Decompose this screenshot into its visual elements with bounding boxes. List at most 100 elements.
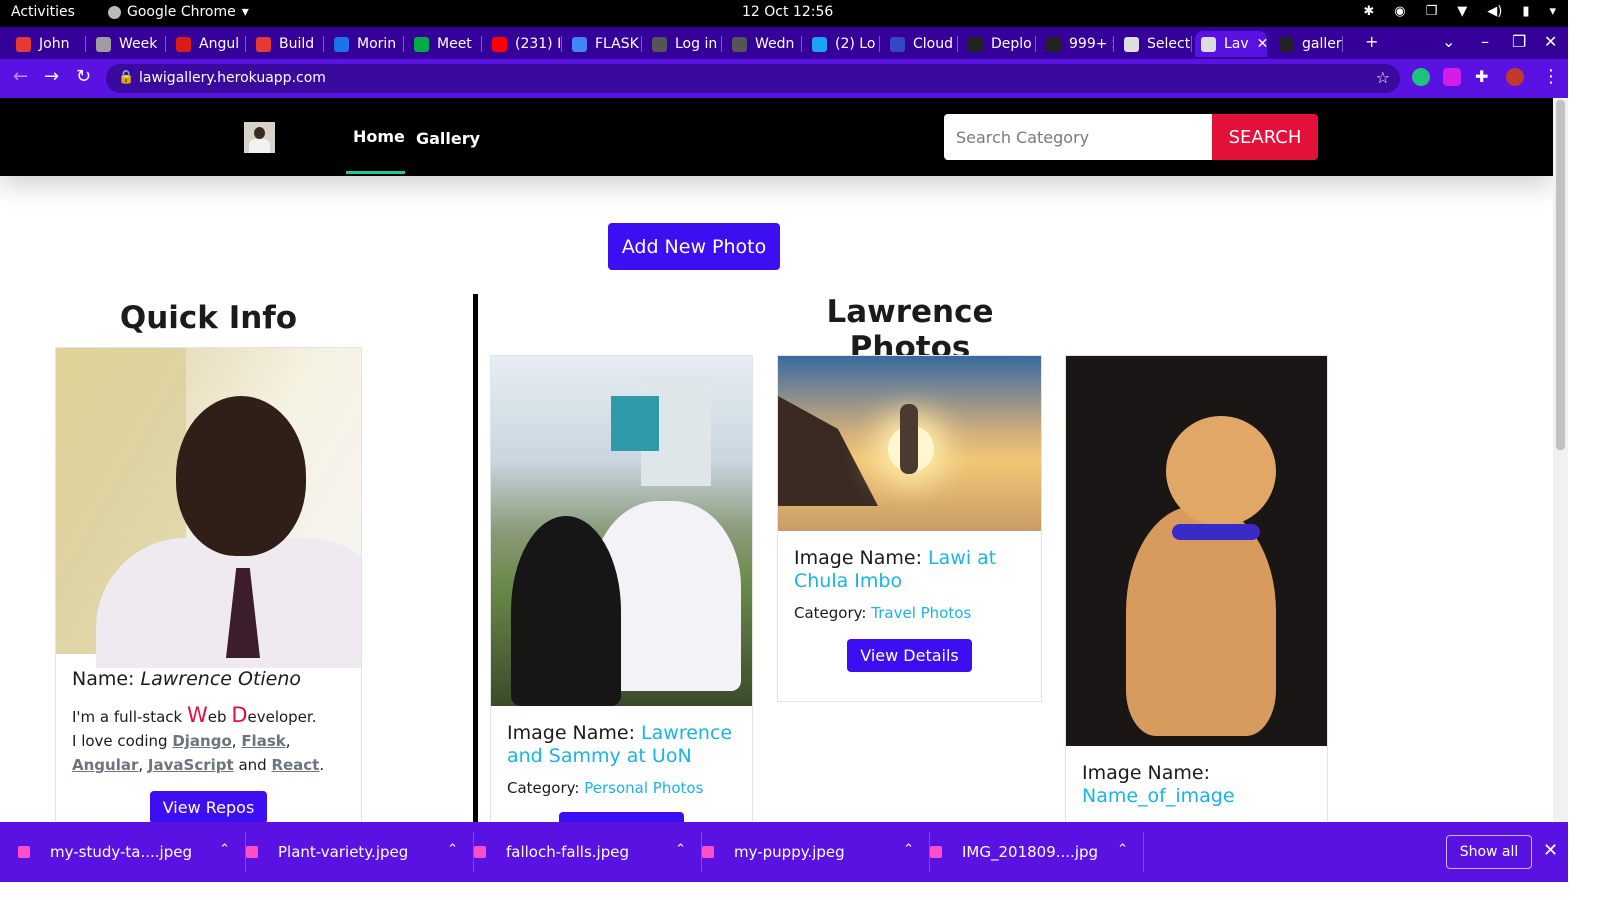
photo-puppy-collar (1172, 524, 1260, 540)
browser-tab[interactable]: (231) I (486, 31, 562, 57)
love-prefix: I love coding (72, 732, 173, 750)
tab-label: (2) Lo (835, 36, 876, 52)
activities-button[interactable]: Activities (11, 4, 75, 20)
minimize-icon[interactable]: – (1481, 32, 1489, 51)
browser-tab[interactable]: Week (90, 31, 166, 57)
tech-link-javascript[interactable]: JavaScript (148, 756, 234, 774)
search-button[interactable]: SEARCH (1212, 114, 1318, 160)
photo-image[interactable] (491, 356, 752, 706)
extension-screen-icon[interactable] (1443, 68, 1461, 86)
chevron-up-icon[interactable]: ⌃ (219, 842, 230, 857)
image-file-icon (18, 846, 30, 858)
close-window-icon[interactable]: ✕ (1544, 32, 1557, 51)
browser-tab[interactable]: Log in (646, 31, 722, 57)
new-tab-icon[interactable]: + (1365, 32, 1378, 51)
nav-gallery-link[interactable]: Gallery (416, 129, 480, 148)
close-shelf-icon[interactable]: ✕ (1543, 840, 1558, 861)
back-arrow-icon[interactable]: ← (13, 66, 28, 87)
system-menu-icon[interactable]: ▾ (1549, 4, 1556, 19)
url-text[interactable]: lawigallery.herokuapp.com (139, 70, 326, 86)
browser-tab[interactable]: Deplo (962, 31, 1036, 57)
chrome-menu-icon[interactable]: ⋮ (1542, 66, 1560, 87)
photo-person (900, 404, 918, 474)
tab-strip: John Week Angul Build Morin Meet (231) I FLASK L… (0, 27, 1568, 59)
tab-label: Cloud (913, 36, 953, 52)
download-item[interactable]: my-study-ta....jpeg ⌃ (18, 822, 246, 882)
chevron-up-icon[interactable]: ⌃ (447, 842, 458, 857)
web-page: Home Gallery SEARCH Add New Photo Quick … (0, 98, 1553, 822)
search-category-input[interactable] (944, 114, 1212, 160)
browser-tab[interactable]: Wedn (726, 31, 802, 57)
tab-favicon-icon (16, 36, 31, 52)
category-value: Personal Photos (584, 779, 704, 797)
forward-arrow-icon[interactable]: → (44, 66, 59, 87)
browser-tab[interactable]: Lav ✕ (1195, 31, 1267, 57)
download-item[interactable]: Plant-variety.jpeg ⌃ (246, 822, 474, 882)
extension-chat-icon[interactable] (1412, 68, 1430, 86)
download-item[interactable]: IMG_201809....jpg ⌃ (930, 822, 1144, 882)
tab-favicon-icon (812, 36, 827, 52)
chevron-up-icon[interactable]: ⌃ (1117, 842, 1128, 857)
tab-label: FLASK (595, 36, 639, 52)
nav-home-link[interactable]: Home (353, 127, 405, 146)
tech-link-django[interactable]: Django (172, 732, 231, 750)
tab-label: 999+ S (1069, 36, 1114, 52)
browser-tab[interactable]: Morin (328, 31, 404, 57)
tab-separator (85, 36, 86, 52)
tech-list: I love coding Django, Flask, Angular, Ja… (72, 732, 325, 774)
extensions-puzzle-icon[interactable]: ✚ (1475, 67, 1488, 86)
chevron-up-icon[interactable]: ⌃ (675, 842, 686, 857)
chrome-tray-icon[interactable]: ◉ (1394, 4, 1405, 19)
browser-tab[interactable]: (2) Lo (806, 31, 880, 57)
os-top-bar: Activities Google Chrome ▾ 12 Oct 12:56 … (0, 0, 1568, 27)
maximize-icon[interactable]: ❐ (1512, 32, 1526, 51)
tab-search-icon[interactable]: ⌄ (1442, 32, 1455, 51)
browser-tab[interactable]: Select (1118, 31, 1192, 57)
tab-label: Wedn (755, 36, 795, 52)
scrollbar-thumb[interactable] (1556, 100, 1565, 450)
download-item[interactable]: my-puppy.jpeg ⌃ (702, 822, 930, 882)
download-item[interactable]: falloch-falls.jpeg ⌃ (474, 822, 702, 882)
tech-link-flask[interactable]: Flask (241, 732, 285, 750)
address-bar[interactable]: 🔒 lawigallery.herokuapp.com ☆ (106, 64, 1400, 93)
view-details-button[interactable]: View Details (847, 639, 972, 672)
close-tab-icon[interactable]: ✕ (1257, 36, 1267, 52)
browser-tab[interactable]: FLASK (566, 31, 642, 57)
profile-card: Name: Lawrence Otieno I'm a full-stack W… (55, 347, 362, 822)
browser-tab[interactable]: Angul (170, 31, 246, 57)
photo-image[interactable] (778, 356, 1041, 531)
reload-icon[interactable]: ↻ (76, 66, 91, 87)
add-new-photo-button[interactable]: Add New Photo (608, 223, 780, 270)
tech-link-angular[interactable]: Angular (72, 756, 138, 774)
tab-separator (1113, 36, 1114, 52)
view-repos-button[interactable]: View Repos (149, 791, 268, 822)
browser-tab[interactable]: Build (250, 31, 324, 57)
site-logo[interactable] (244, 122, 275, 153)
browser-tab[interactable]: Meet (408, 31, 482, 57)
tech-link-react[interactable]: React (271, 756, 319, 774)
system-tray[interactable]: ✱ ◉ ❐ ▼ ◀) ▮ ▾ (1363, 4, 1556, 19)
browser-tab[interactable]: galler (1273, 31, 1343, 57)
bio-text: I'm a full-stack Web Developer. (72, 703, 345, 729)
settings-icon[interactable]: ✱ (1363, 4, 1374, 19)
photo-image[interactable] (1066, 356, 1327, 746)
browser-tab[interactable]: John (10, 31, 86, 57)
bookmark-star-icon[interactable]: ☆ (1376, 68, 1390, 87)
browser-tab[interactable]: 999+ S (1040, 31, 1114, 57)
page-scrollbar[interactable] (1553, 98, 1568, 822)
clock[interactable]: 12 Oct 12:56 (742, 4, 833, 20)
tab-label: Meet (437, 36, 472, 52)
profile-avatar[interactable] (1506, 68, 1524, 86)
browser-tab[interactable]: Cloud (884, 31, 958, 57)
app-menu[interactable]: Google Chrome ▾ (108, 4, 249, 20)
image-name-label: Image Name: (1082, 762, 1210, 784)
view-details-button[interactable]: View Details (559, 812, 684, 822)
and-word: and (233, 756, 272, 774)
tab-separator (165, 36, 166, 52)
photo-sign (611, 396, 659, 451)
lock-icon[interactable]: 🔒 (118, 70, 134, 85)
chevron-up-icon[interactable]: ⌃ (903, 842, 914, 857)
tab-separator (561, 36, 562, 52)
show-all-downloads-button[interactable]: Show all (1446, 835, 1532, 869)
window-switch-icon[interactable]: ❐ (1426, 4, 1438, 19)
